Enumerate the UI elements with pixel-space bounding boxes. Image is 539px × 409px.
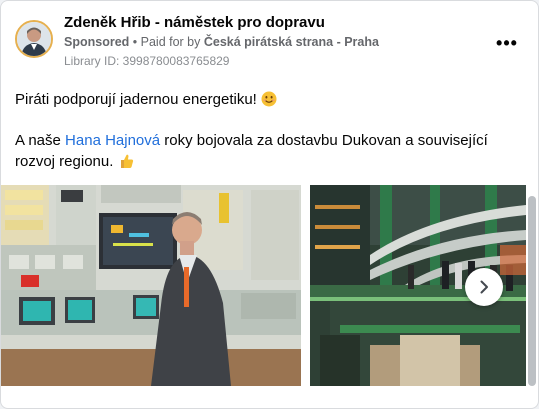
more-options-button[interactable]: ••• [493, 29, 521, 57]
ad-post-card: Zdeněk Hřib - náměstek pro dopravu Spons… [0, 0, 539, 409]
post-text-line-1: Piráti podporují jadernou energetiku! [15, 91, 277, 108]
author-name[interactable]: Zdeněk Hřib - náměstek pro dopravu [64, 14, 325, 31]
author-avatar[interactable] [15, 20, 53, 58]
paid-for-prefix: Paid for by [140, 35, 204, 49]
meta-separator: • [129, 35, 141, 49]
carousel-next-button[interactable] [465, 268, 503, 306]
control-room-photo[interactable] [1, 185, 301, 386]
library-id: Library ID: 3998780083765829 [64, 54, 230, 68]
sponsored-line: Sponsored • Paid for by Česká pirátská s… [64, 35, 379, 49]
tagged-person-link[interactable]: Hana Hajnová [65, 132, 160, 149]
post-text-1: Piráti podporují jadernou energetiku! [15, 91, 257, 108]
post-text-2-before: A naše [15, 132, 66, 149]
more-icon: ••• [496, 32, 518, 53]
payer-name[interactable]: Česká pirátská strana - Praha [204, 35, 379, 49]
smiling-face-emoji-icon [261, 91, 277, 107]
scrollbar[interactable] [528, 196, 536, 386]
post-text-line-2: A naše Hana Hajnová roky bojovala za dos… [15, 130, 525, 172]
thumbs-up-emoji-icon [120, 154, 133, 168]
sponsored-label[interactable]: Sponsored [64, 35, 129, 49]
chevron-right-icon [480, 280, 488, 294]
